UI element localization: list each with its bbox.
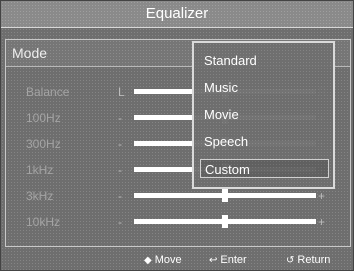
band-100hz-minus: - (118, 111, 122, 125)
band-300hz-minus: - (118, 137, 122, 151)
mode-option-music[interactable]: Music (200, 78, 329, 97)
equalizer-panel: Equalizer Mode Balance L R 100Hz - + 300… (0, 0, 354, 271)
mode-option-speech[interactable]: Speech (200, 132, 329, 151)
balance-label: Balance (26, 85, 70, 99)
band-100hz-label: 100Hz (26, 111, 61, 125)
updown-arrows-icon: ◆ (144, 254, 152, 266)
band-10khz-slider-knob[interactable] (222, 215, 228, 228)
return-label: Return (297, 254, 331, 266)
band-3khz-plus: + (318, 189, 326, 203)
mode-option-custom[interactable]: Custom (200, 159, 329, 178)
band-10khz-minus: - (118, 215, 122, 229)
enter-icon: ↩ (209, 254, 218, 266)
band-300hz-label: 300Hz (26, 137, 61, 151)
band-3khz-minus: - (118, 189, 122, 203)
footer-hints: ◆ Move ↩ Enter ↺ Return (1, 251, 353, 270)
return-icon: ↺ (286, 254, 295, 266)
band-10khz-plus: + (318, 215, 326, 229)
mode-option-movie[interactable]: Movie (200, 105, 329, 124)
band-1khz-label: 1kHz (26, 163, 54, 177)
page-title: Equalizer (1, 1, 353, 28)
band-10khz-label: 10kHz (26, 215, 61, 229)
balance-left-marker: L (118, 85, 125, 99)
mode-dropdown[interactable]: Standard Music Movie Speech Custom (192, 41, 335, 189)
move-hint: ◆ Move (144, 254, 182, 266)
move-label: Move (154, 254, 182, 266)
mode-option-standard[interactable]: Standard (200, 51, 329, 70)
band-3khz-slider-knob[interactable] (222, 189, 228, 202)
return-hint: ↺ Return (286, 254, 330, 266)
mode-label: Mode (12, 45, 48, 61)
enter-label: Enter (220, 254, 247, 266)
band-1khz-minus: - (118, 163, 122, 177)
band-3khz-label: 3kHz (26, 189, 54, 203)
enter-hint: ↩ Enter (209, 254, 247, 266)
